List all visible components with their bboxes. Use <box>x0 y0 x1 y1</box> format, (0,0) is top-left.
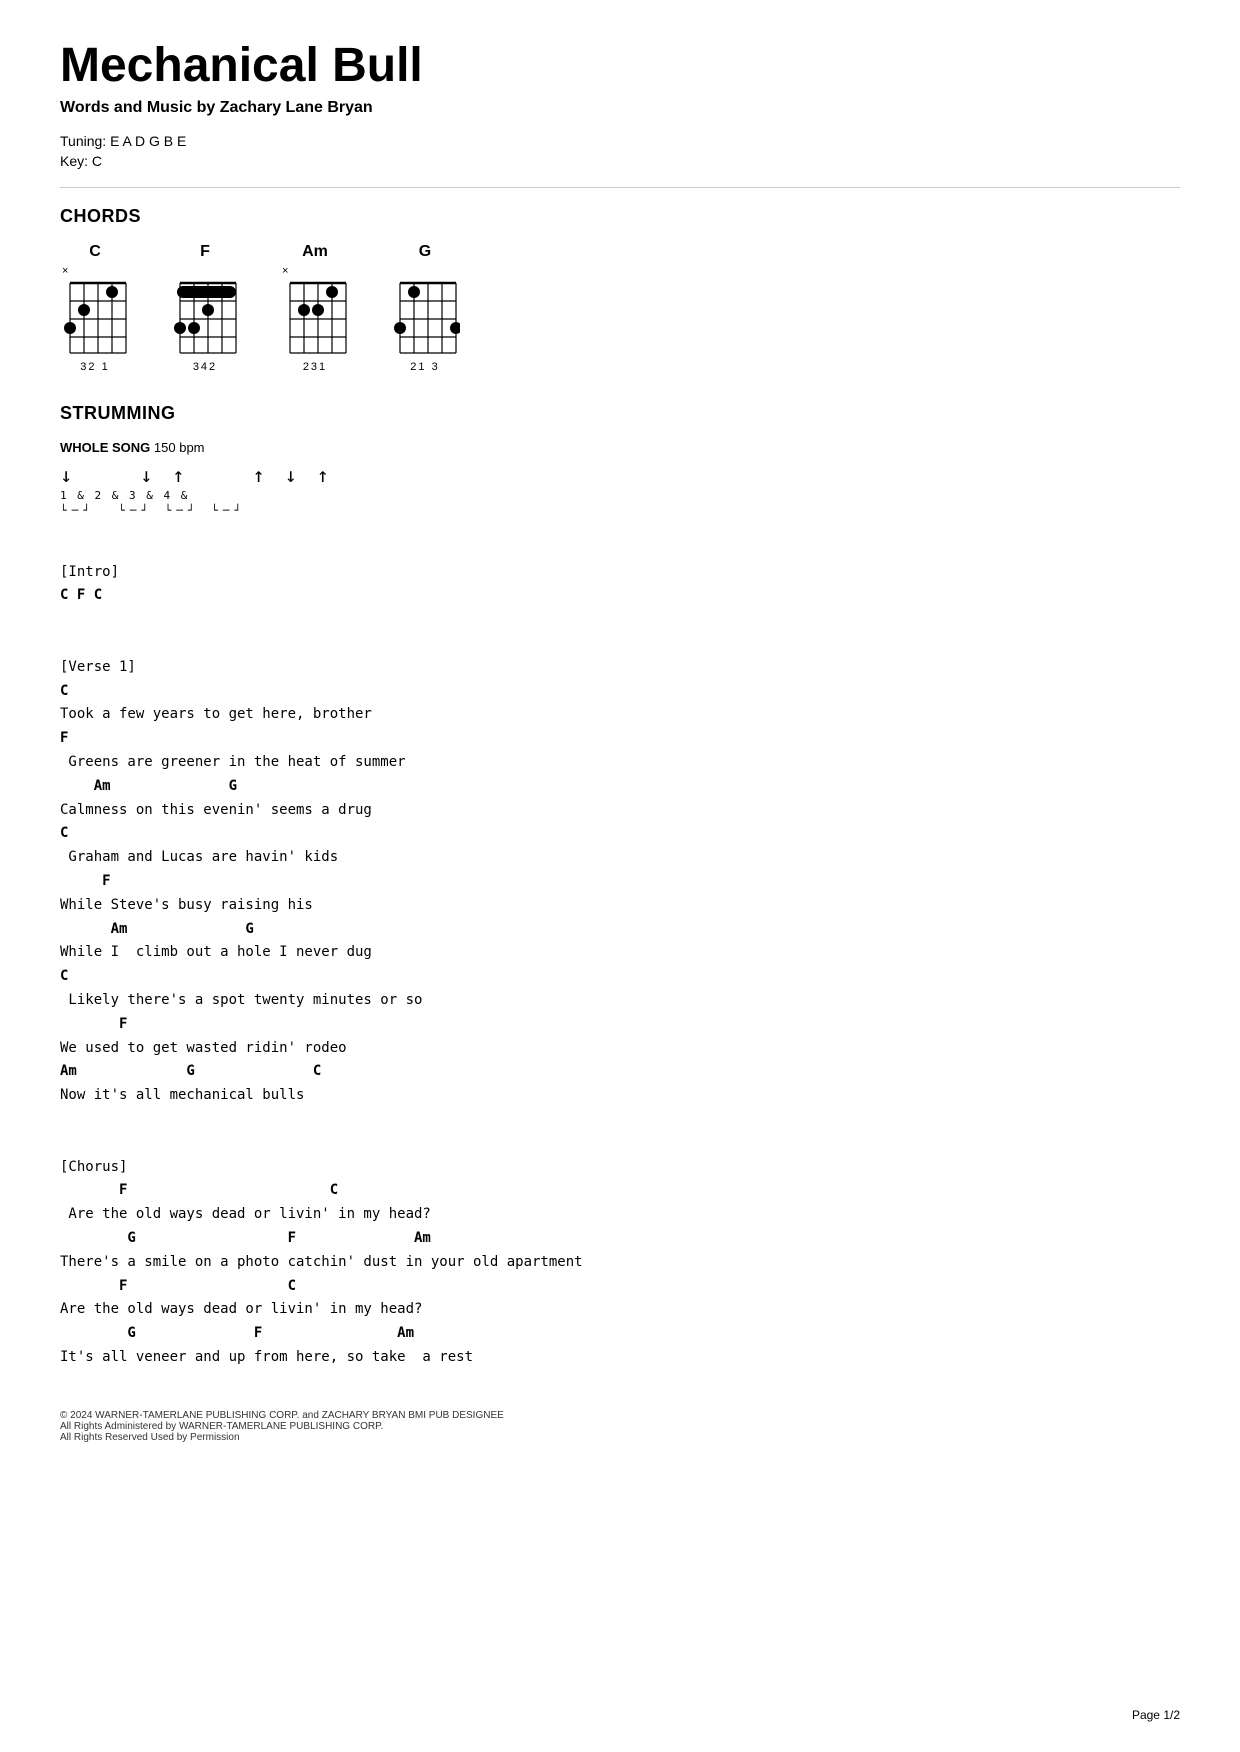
blank-line <box>60 608 1180 632</box>
lyric-line: Now it's all mechanical bulls <box>60 1084 1180 1108</box>
chord-g-mute <box>390 265 460 277</box>
chord-f-fingers: 342 <box>193 361 217 373</box>
strum-beats: 1 & 2 & 3 & 4 & <box>60 489 1180 502</box>
subtitle: Words and Music by Zachary Lane Bryan <box>60 99 1180 117</box>
footer: © 2024 WARNER-TAMERLANE PUBLISHING CORP.… <box>60 1410 1180 1443</box>
lyric-line: While I climb out a hole I never dug <box>60 941 1180 965</box>
chord-f: F 342 <box>170 243 240 373</box>
chord-f-name: F <box>200 243 210 261</box>
lyric-line: There's a smile on a photo catchin' dust… <box>60 1251 1180 1275</box>
footer-line3: All Rights Reserved Used by Permission <box>60 1432 1180 1443</box>
chord-line: C <box>60 965 1180 989</box>
divider <box>60 187 1180 188</box>
chord-c-mute: × <box>60 265 130 277</box>
chord-line: F <box>60 870 1180 894</box>
chord-line: C F C <box>60 584 1180 608</box>
blank-line <box>60 632 1180 656</box>
lyric-line: While Steve's busy raising his <box>60 894 1180 918</box>
chord-g: G 21 3 <box>390 243 460 373</box>
section-label: [Intro] <box>60 561 1180 585</box>
chord-line: F <box>60 727 1180 751</box>
chord-line: Am G C <box>60 1060 1180 1084</box>
footer-line1: © 2024 WARNER-TAMERLANE PUBLISHING CORP.… <box>60 1410 1180 1421</box>
chord-line: G F Am <box>60 1322 1180 1346</box>
chord-line: F <box>60 1013 1180 1037</box>
page-title: Mechanical Bull <box>60 40 1180 93</box>
bpm-label: 150 bpm <box>154 440 205 455</box>
lyric-line: Greens are greener in the heat of summer <box>60 751 1180 775</box>
chord-c-fingers: 32 1 <box>80 361 109 373</box>
blank-line <box>60 1108 1180 1132</box>
chords-row: C × 32 1 F <box>60 243 1180 373</box>
chord-am-fingers: 231 <box>303 361 327 373</box>
tuning-info: Tuning: E A D G B E <box>60 133 1180 149</box>
chord-g-fingers: 21 3 <box>410 361 439 373</box>
chord-line: F C <box>60 1275 1180 1299</box>
chord-am-svg <box>280 278 350 358</box>
chord-line: Am G <box>60 918 1180 942</box>
lyric-line: It's all veneer and up from here, so tak… <box>60 1346 1180 1370</box>
chord-line: Am G <box>60 775 1180 799</box>
blank-line <box>60 1132 1180 1156</box>
strum-pattern: ↓ ↓ ↑ ↑ ↓ ↑ <box>60 463 1180 487</box>
chord-line: G F Am <box>60 1227 1180 1251</box>
lyric-line: Likely there's a spot twenty minutes or … <box>60 989 1180 1013</box>
page-number: Page 1/2 <box>1132 1708 1180 1722</box>
lyric-line: Took a few years to get here, brother <box>60 703 1180 727</box>
blank-line <box>60 537 1180 561</box>
section-label: [Verse 1] <box>60 656 1180 680</box>
chord-g-name: G <box>419 243 431 261</box>
chord-am-mute: × <box>280 265 350 277</box>
chord-c-svg <box>60 278 130 358</box>
lyric-line: Are the old ways dead or livin' in my he… <box>60 1203 1180 1227</box>
lyric-line: We used to get wasted ridin' rodeo <box>60 1037 1180 1061</box>
chord-am: Am × 231 <box>280 243 350 373</box>
key-info: Key: C <box>60 153 1180 169</box>
lyric-line: Graham and Lucas are havin' kids <box>60 846 1180 870</box>
chords-heading: CHORDS <box>60 206 1180 227</box>
chord-f-svg <box>170 278 240 358</box>
chord-line: C <box>60 680 1180 704</box>
chord-am-name: Am <box>302 243 328 261</box>
chord-g-svg <box>390 278 460 358</box>
section-label: [Chorus] <box>60 1156 1180 1180</box>
chord-line: C <box>60 822 1180 846</box>
chord-c-name: C <box>89 243 101 261</box>
chord-c: C × 32 1 <box>60 243 130 373</box>
chord-line: F C <box>60 1179 1180 1203</box>
whole-song-label: WHOLE SONG 150 bpm <box>60 440 1180 455</box>
lyric-line: Are the old ways dead or livin' in my he… <box>60 1298 1180 1322</box>
footer-line2: All Rights Administered by WARNER-TAMERL… <box>60 1421 1180 1432</box>
strumming-section: WHOLE SONG 150 bpm ↓ ↓ ↑ ↑ ↓ ↑ 1 & 2 & 3… <box>60 440 1180 517</box>
lyric-line: Calmness on this evenin' seems a drug <box>60 799 1180 823</box>
chord-f-mute <box>170 265 240 277</box>
strumming-heading: STRUMMING <box>60 403 1180 424</box>
strum-brackets: └─┘ └─┘ └─┘ └─┘ <box>60 504 1180 517</box>
song-content: [Intro]C F C [Verse 1]CTook a few years … <box>60 537 1180 1370</box>
